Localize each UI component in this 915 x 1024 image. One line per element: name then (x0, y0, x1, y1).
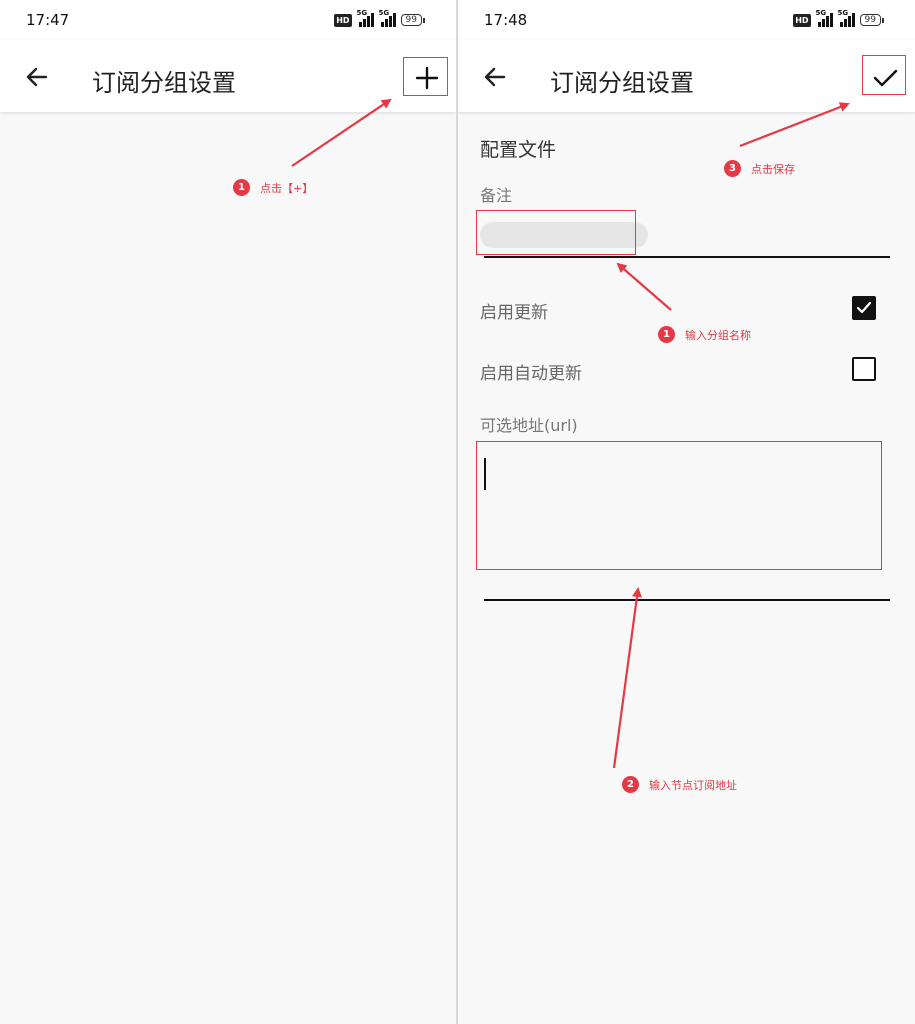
app-bar: 订阅分组设置 (0, 40, 456, 112)
battery-icon: 99 (859, 14, 885, 26)
signal-icon: 5G (379, 9, 396, 27)
enable-update-label: 启用更新 (480, 303, 548, 323)
hd-icon: HD (793, 13, 811, 27)
annotation-step-2: 2 输入节点订阅地址 (622, 776, 737, 793)
enable-update-checkbox[interactable] (852, 296, 876, 320)
status-bar: 17:47 HD 5G 5G 99 (0, 0, 456, 40)
checkmark-icon (856, 301, 872, 314)
status-bar: 17:48 HD 5G 5G 99 (458, 0, 915, 40)
status-icons: HD 5G 5G 99 (793, 9, 885, 28)
highlight-remark-input (476, 210, 636, 255)
status-icons: HD 5G 5G 99 (334, 9, 426, 28)
back-arrow-icon[interactable] (24, 64, 50, 90)
section-title: 配置文件 (480, 139, 557, 161)
hd-icon: HD (334, 13, 352, 27)
annotation-step-1: 1 点击【+】 (233, 179, 313, 196)
signal-icon: 5G (357, 9, 374, 27)
auto-update-checkbox[interactable] (852, 357, 876, 381)
url-label: 可选地址(url) (480, 416, 578, 435)
page-title: 订阅分组设置 (92, 69, 236, 97)
signal-icon: 5G (838, 9, 855, 27)
app-bar: 订阅分组设置 (458, 40, 915, 112)
url-underline (484, 599, 890, 601)
annotation-step-1: 1 输入分组名称 (658, 326, 751, 343)
annotation-step-3: 3 点击保存 (724, 160, 795, 177)
highlight-url-input (476, 441, 882, 570)
status-time: 17:47 (26, 11, 70, 29)
remark-underline (484, 256, 890, 258)
highlight-save-button (862, 55, 906, 95)
auto-update-label: 启用自动更新 (480, 364, 582, 384)
status-time: 17:48 (484, 11, 528, 29)
page-title: 订阅分组设置 (550, 69, 694, 97)
battery-icon: 99 (400, 14, 426, 26)
remark-label: 备注 (480, 186, 513, 205)
right-screen: 17:48 HD 5G 5G 99 订阅分组设置 配置文件 备注 启用更新 启用… (458, 0, 915, 1024)
back-arrow-icon[interactable] (482, 64, 508, 90)
left-screen: 17:47 HD 5G 5G 99 订阅分组设置 1 点击【+】 (0, 0, 456, 1024)
highlight-add-button (403, 57, 448, 96)
signal-icon: 5G (816, 9, 833, 27)
